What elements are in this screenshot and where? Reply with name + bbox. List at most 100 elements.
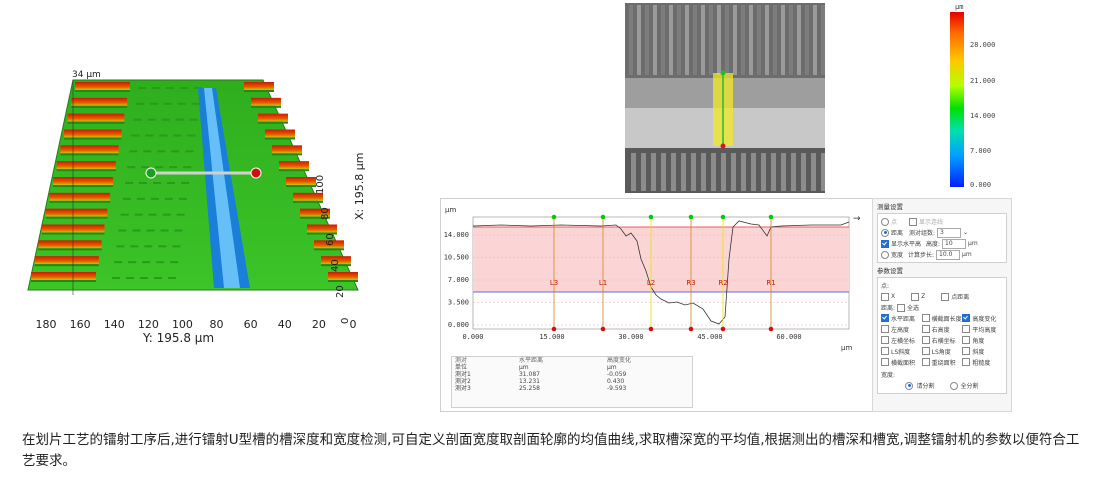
param-label: 水平距离 <box>891 315 916 323</box>
param-option[interactable]: 左高度 <box>881 324 922 334</box>
height-unit: μm <box>968 240 978 247</box>
marker-top-handle <box>720 214 726 220</box>
param-option[interactable]: LS角度 <box>921 346 963 356</box>
point-distance-label: 点距离 <box>951 294 970 301</box>
param-checkbox[interactable] <box>962 336 971 344</box>
measurement-end-handle <box>250 167 262 179</box>
pad-left <box>71 97 128 106</box>
x-unit: μm <box>841 344 852 352</box>
param-option[interactable]: 横截面长度 <box>921 313 963 323</box>
param-checkbox[interactable] <box>962 325 971 333</box>
param-option[interactable]: 左横坐标 <box>881 335 922 345</box>
param-checkbox[interactable] <box>962 347 971 355</box>
measurement-start-handle <box>145 167 157 179</box>
param-label: 高度变化 <box>972 315 997 323</box>
table-row[interactable]: 测对1 31.087 -0.059 <box>452 371 692 378</box>
param-option[interactable]: 斜度 <box>962 346 1003 356</box>
y-tick-label: 160 <box>70 318 91 331</box>
pad-left <box>38 240 102 249</box>
param-checkbox[interactable] <box>921 325 930 333</box>
show-lines-checkbox[interactable] <box>909 217 918 226</box>
params-settings-title: 参数设置 <box>877 267 903 275</box>
region-start-marker <box>720 70 726 76</box>
param-checkbox[interactable] <box>921 347 930 355</box>
y-unit: μm <box>445 206 456 214</box>
param-label: 重绕面积 <box>931 359 956 367</box>
y-tick-label: 180 <box>36 318 57 331</box>
table-row[interactable]: 测对3 25.258 -9.593 <box>452 385 692 392</box>
colorbar-unit: μm <box>955 3 964 11</box>
show-horizontal-checkbox[interactable] <box>881 239 889 248</box>
marker-top-handle <box>768 214 774 220</box>
x-axis-label: X: 195.8 μm <box>353 153 366 220</box>
pad-left <box>49 192 111 201</box>
param-option[interactable]: 高度变化 <box>962 313 1003 323</box>
y-tick-label: 100 <box>172 318 193 331</box>
pad-right <box>265 129 295 138</box>
param-option[interactable]: 右高度 <box>921 324 963 334</box>
x-tick-label: 80 <box>320 207 331 220</box>
point-radio[interactable] <box>881 217 889 226</box>
select-all-checkbox[interactable] <box>897 303 906 312</box>
param-checkbox[interactable] <box>881 325 889 333</box>
param-option[interactable]: 水平距离 <box>881 313 922 323</box>
pad-left <box>45 208 108 217</box>
param-checkbox[interactable] <box>962 314 971 322</box>
param-option[interactable]: 重绕面积 <box>921 357 963 367</box>
x-checkbox[interactable] <box>881 292 889 301</box>
marker-top-handle <box>600 214 606 220</box>
width-row-label: 宽度: <box>881 372 896 379</box>
full-split-radio[interactable] <box>949 381 958 390</box>
y-tick-label: 3.500 <box>448 299 469 307</box>
point-distance-checkbox[interactable] <box>941 292 950 301</box>
z-checkbox[interactable] <box>911 292 920 301</box>
table-row[interactable]: 测对2 13.231 0.430 <box>452 378 692 385</box>
distance-radio[interactable] <box>881 228 889 237</box>
param-label: 横截面长度 <box>931 315 962 323</box>
param-checkbox[interactable] <box>881 336 889 344</box>
profile-svg: μm L3 L1 L2 R3 R2 R1 → 14.000 10.500 7.000 3.500… <box>444 206 861 352</box>
x-tick-label: 20 <box>335 285 346 298</box>
colorbar-tick: 0.000 <box>970 181 992 189</box>
param-option[interactable]: 横截面积 <box>881 357 922 367</box>
marker-bottom-handle <box>768 326 774 332</box>
param-option[interactable]: 平均高度 <box>962 324 1003 334</box>
x-tick-label: 60 <box>325 233 336 246</box>
param-checkbox[interactable] <box>881 347 889 355</box>
x-tick-label: 0 <box>340 318 351 324</box>
param-label: 右横坐标 <box>931 337 956 345</box>
param-checkbox[interactable] <box>921 314 930 322</box>
marker-top-handle <box>688 214 694 220</box>
param-checkbox[interactable] <box>921 358 930 366</box>
y-tick-label: 20 <box>312 318 326 331</box>
param-checkbox[interactable] <box>881 314 889 322</box>
y-tick-label: 120 <box>138 318 159 331</box>
param-option[interactable]: 粗糙度 <box>962 357 1003 367</box>
param-option[interactable]: 右横坐标 <box>921 335 963 345</box>
pad-right <box>258 113 288 122</box>
profile-chart[interactable]: μm L3 L1 L2 R3 R2 R1 → 14.000 10.500 7.000 3.500… <box>441 199 873 354</box>
table-cell: 25.258 <box>518 385 540 392</box>
param-checkbox[interactable] <box>881 358 889 366</box>
full-split-label: 全分割 <box>960 383 979 390</box>
partial-split-radio[interactable] <box>905 381 914 390</box>
x-tick-label: 60.000 <box>776 333 801 341</box>
param-label: 斜度 <box>972 348 985 356</box>
table-cell: -0.059 <box>606 371 627 378</box>
width-radio[interactable] <box>881 250 889 259</box>
param-checkbox[interactable] <box>921 336 930 344</box>
pairs-select[interactable]: 3 <box>937 227 962 238</box>
intensity-image <box>625 3 826 193</box>
y-tick-label: 80 <box>210 318 224 331</box>
param-checkbox[interactable] <box>962 358 971 366</box>
pad-right <box>279 161 309 170</box>
marker-label: R1 <box>766 279 775 287</box>
param-option[interactable]: LS斜度 <box>881 346 922 356</box>
pad-left <box>34 256 99 265</box>
height-input[interactable]: 10 <box>942 238 967 249</box>
pad-left <box>60 145 119 154</box>
param-option[interactable]: 角度 <box>962 335 1003 345</box>
pad-right <box>272 145 302 154</box>
marker-bottom-handle <box>688 326 694 332</box>
step-input[interactable]: 10.0 <box>936 249 961 260</box>
